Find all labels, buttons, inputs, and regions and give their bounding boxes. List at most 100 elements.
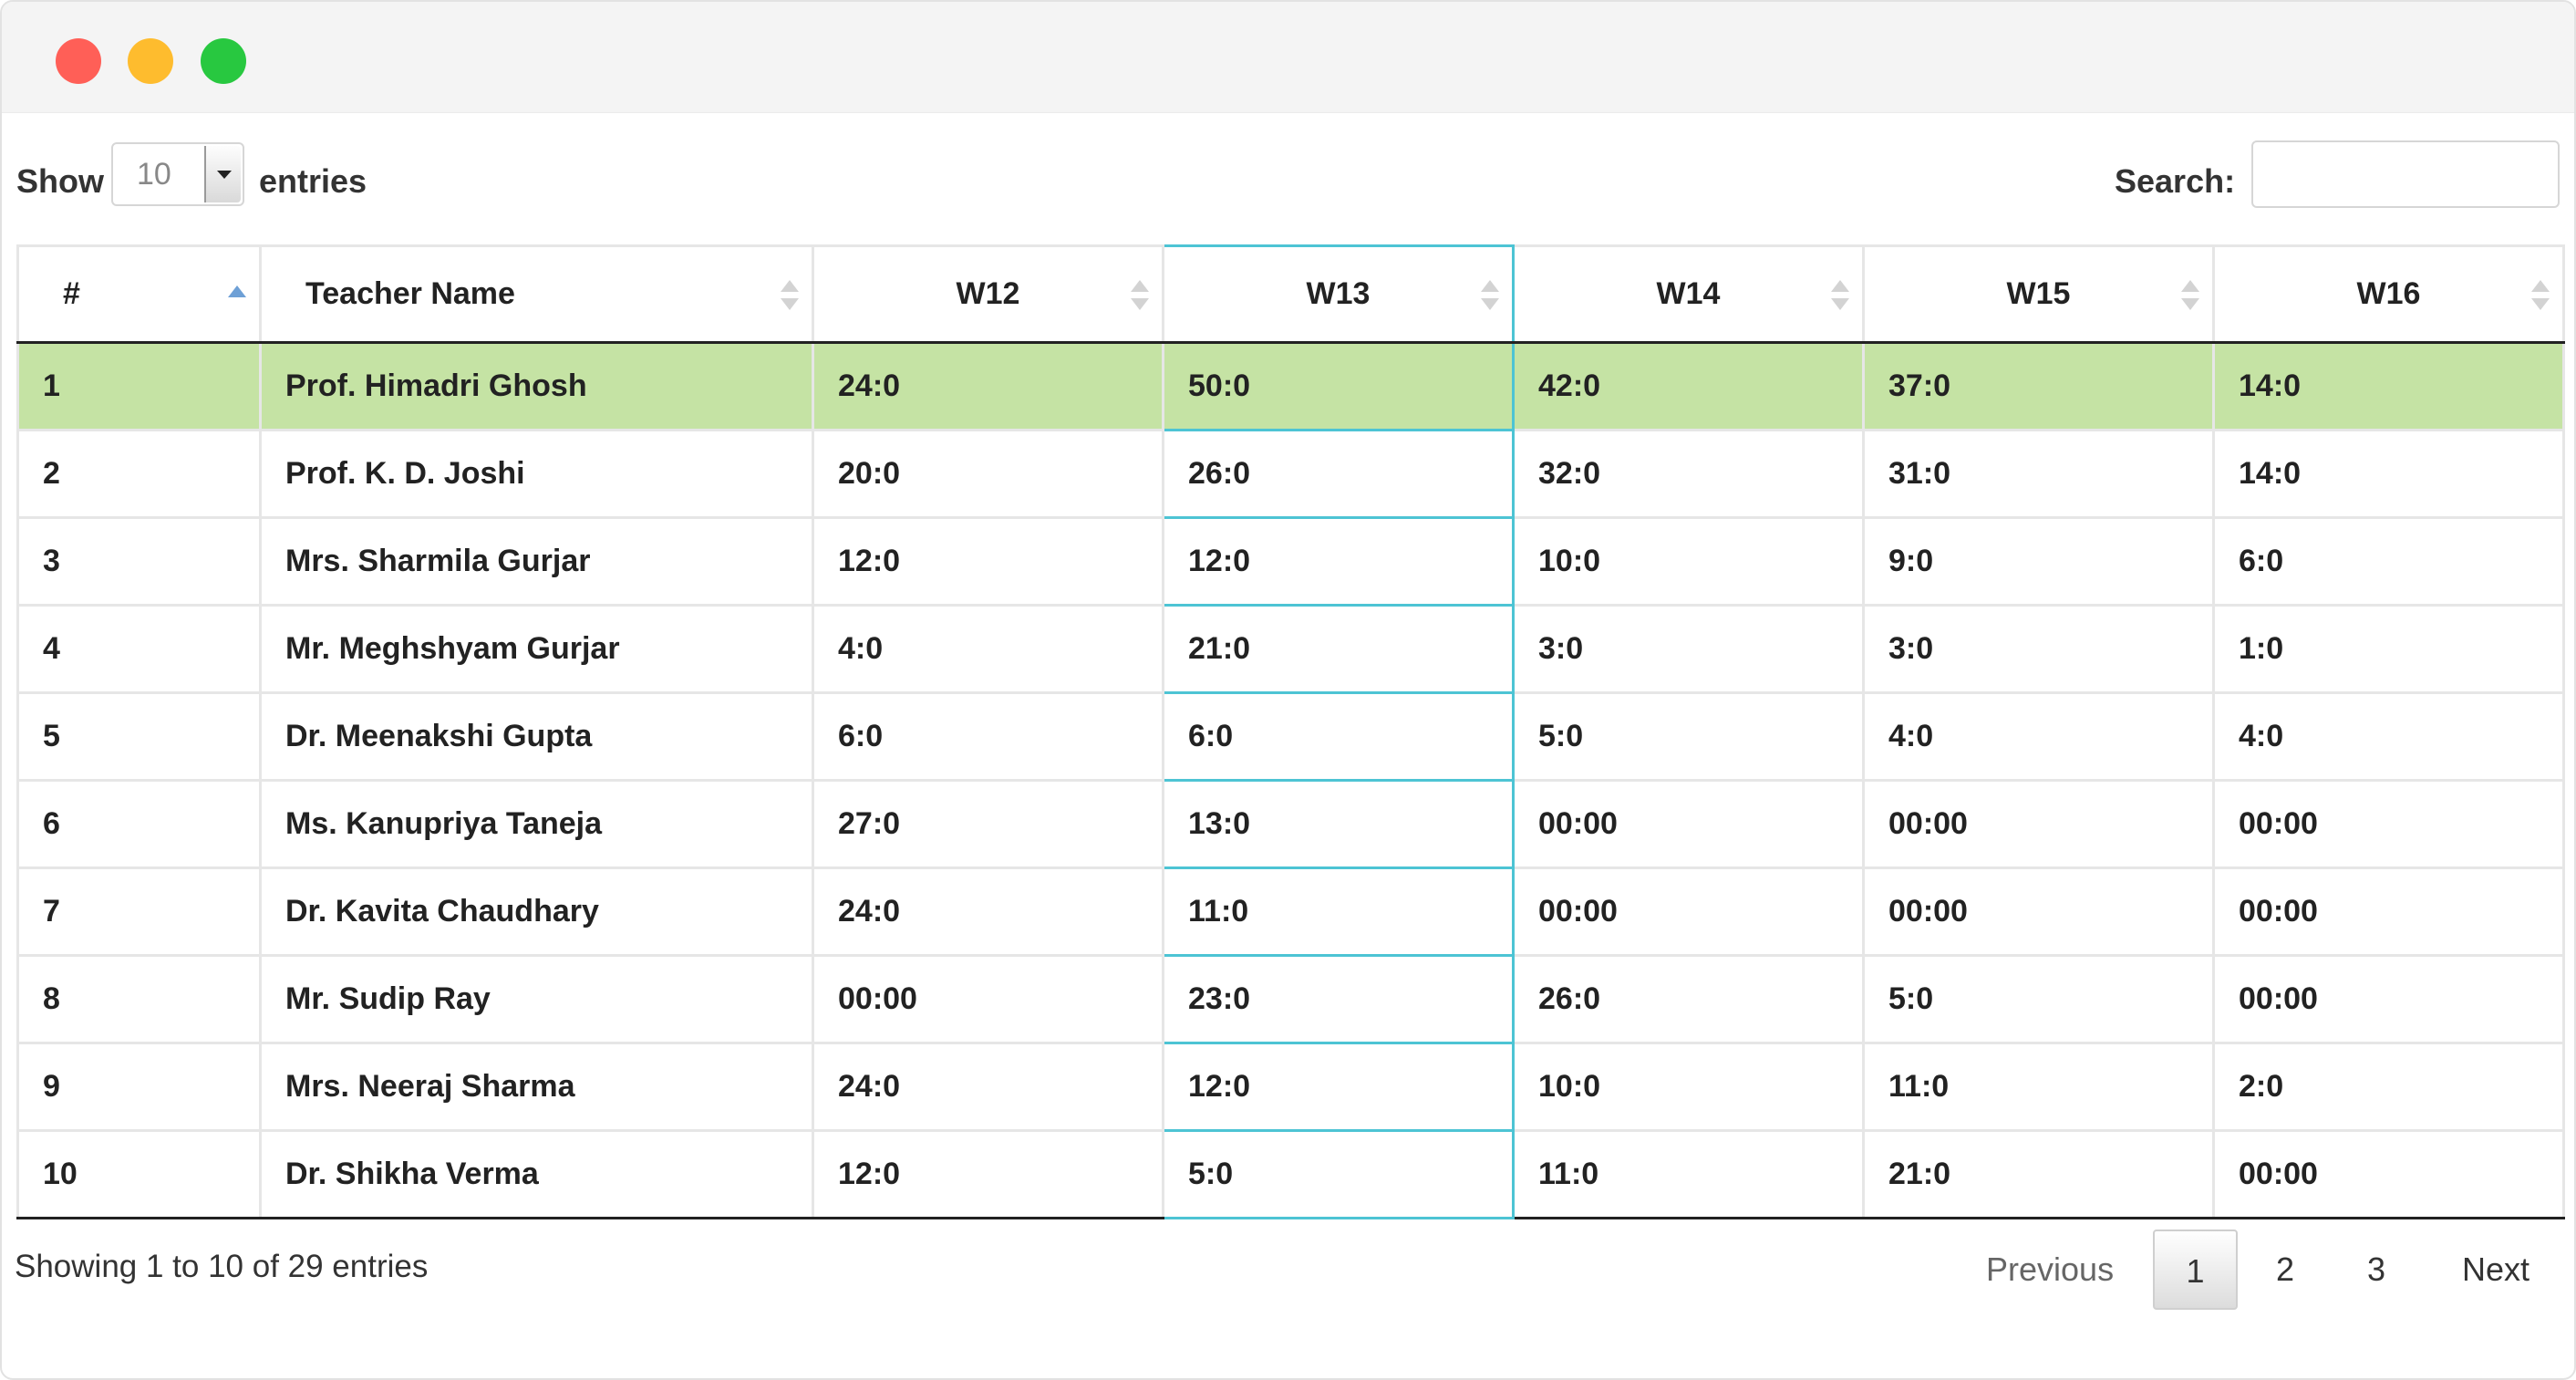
search-input[interactable] [2251,140,2560,208]
table-cell: Mrs. Sharmila Gurjar [259,516,814,607]
table-row[interactable]: 8 Mr. Sudip Ray 00:00 23:0 26:0 5:0 00:00 [16,954,2565,1044]
app-window: Show 10 entries Search: # Teacher Name W… [0,0,2576,1380]
table-cell: 00:00 [1512,866,1865,957]
table-cell: 4:0 [812,604,1164,694]
table-cell: 2 [16,429,262,519]
table-cell: 12:0 [1162,516,1515,607]
column-header-teacher-name[interactable]: Teacher Name [259,244,814,344]
table-row[interactable]: 6 Ms. Kanupriya Taneja 27:0 13:0 00:00 00:00 0… [16,779,2565,869]
table-cell: 6 [16,779,262,869]
sort-both-icon [1131,278,1149,315]
table-row[interactable]: 5 Dr. Meenakshi Gupta 6:0 6:0 5:0 4:0 4:0 [16,691,2565,782]
table-cell: 3 [16,516,262,607]
table-cell: 00:00 [2212,1129,2565,1219]
title-bar [2,2,2574,113]
table-cell: 00:00 [1512,779,1865,869]
column-header-label: W16 [2356,276,2421,311]
table-cell: 42:0 [1512,341,1865,431]
table-cell: 00:00 [2212,954,2565,1044]
table-cell: 21:0 [1862,1129,2215,1219]
table-cell: 31:0 [1862,429,2215,519]
table-cell: 2:0 [2212,1042,2565,1132]
entries-label: entries [259,162,367,200]
column-header-w16[interactable]: W16 [2212,244,2565,344]
table-cell: Prof. Himadri Ghosh [259,341,814,431]
table-cell: 13:0 [1162,779,1515,869]
table-cell: Mrs. Neeraj Sharma [259,1042,814,1132]
table-cell: Prof. K. D. Joshi [259,429,814,519]
table-row[interactable]: 10 Dr. Shikha Verma 12:0 5:0 11:0 21:0 00:00 [16,1129,2565,1219]
table-cell: 6:0 [2212,516,2565,607]
table-cell: Dr. Meenakshi Gupta [259,691,814,782]
table-row[interactable]: 4 Mr. Meghshyam Gurjar 4:0 21:0 3:0 3:0 1:0 [16,604,2565,694]
table-cell: 00:00 [2212,779,2565,869]
table-cell: Ms. Kanupriya Taneja [259,779,814,869]
table-cell: 1:0 [2212,604,2565,694]
table-cell: 23:0 [1162,954,1515,1044]
sort-both-icon [1481,278,1499,315]
search-label: Search: [2115,162,2236,200]
table-cell: 37:0 [1862,341,2215,431]
table-cell: 11:0 [1862,1042,2215,1132]
table-cell: 5:0 [1862,954,2215,1044]
table-cell: 20:0 [812,429,1164,519]
table-cell: 9:0 [1862,516,2215,607]
table-cell: 7 [16,866,262,957]
table-cell: 12:0 [812,516,1164,607]
column-header-w12[interactable]: W12 [812,244,1164,344]
table-cell: Dr. Shikha Verma [259,1129,814,1219]
table-cell: 27:0 [812,779,1164,869]
table-row[interactable]: 2 Prof. K. D. Joshi 20:0 26:0 32:0 31:0 14:0 [16,429,2565,519]
table-cell: 8 [16,954,262,1044]
table-cell: 10:0 [1512,516,1865,607]
table-cell: 24:0 [812,341,1164,431]
table-cell: 00:00 [1862,779,2215,869]
show-label: Show [16,162,104,200]
column-header-number[interactable]: # [16,244,262,344]
table-cell: 10 [16,1129,262,1219]
table-row[interactable]: 3 Mrs. Sharmila Gurjar 12:0 12:0 10:0 9:0 6:0 [16,516,2565,607]
table-cell: 14:0 [2212,429,2565,519]
maximize-window-button[interactable] [201,38,246,84]
previous-page-button[interactable]: Previous [1986,1229,2114,1311]
entries-per-page-select[interactable]: 10 [111,142,244,206]
table-cell: 12:0 [812,1129,1164,1219]
next-page-button[interactable]: Next [2462,1229,2529,1311]
column-header-w14[interactable]: W14 [1512,244,1865,344]
table-cell: 14:0 [2212,341,2565,431]
table-cell: 3:0 [1512,604,1865,694]
page-button-1[interactable]: 1 [2153,1230,2238,1310]
table-cell: 9 [16,1042,262,1132]
page-button-2[interactable]: 2 [2276,1229,2294,1311]
table-cell: 00:00 [1862,866,2215,957]
sort-both-icon [2181,278,2199,315]
column-header-label: W12 [956,276,1020,311]
teacher-hours-table: # Teacher Name W12 W13 W14 W15 W16 1 Pro… [16,244,2565,1219]
table-row[interactable]: 7 Dr. Kavita Chaudhary 24:0 11:0 00:00 00:00 0… [16,866,2565,957]
table-body: 1 Prof. Himadri Ghosh 24:0 50:0 42:0 37:0 14:0… [16,341,2565,1219]
table-row[interactable]: 1 Prof. Himadri Ghosh 24:0 50:0 42:0 37:0 14:0 [16,341,2565,431]
table-cell: Mr. Sudip Ray [259,954,814,1044]
column-header-label: # [63,276,80,311]
chevron-down-icon[interactable] [204,146,241,202]
table-cell: 00:00 [812,954,1164,1044]
close-window-button[interactable] [56,38,101,84]
column-header-w13[interactable]: W13 [1162,244,1515,344]
table-row[interactable]: 9 Mrs. Neeraj Sharma 24:0 12:0 10:0 11:0 2:0 [16,1042,2565,1132]
table-cell: 26:0 [1512,954,1865,1044]
entries-per-page-value: 10 [137,157,171,192]
sort-both-icon [1831,278,1849,315]
table-cell: 24:0 [812,1042,1164,1132]
column-header-label: W14 [1656,276,1721,311]
table-cell: 6:0 [812,691,1164,782]
table-cell: 12:0 [1162,1042,1515,1132]
table-cell: 21:0 [1162,604,1515,694]
sort-ascending-icon [228,278,246,315]
table-cell: 24:0 [812,866,1164,957]
page-button-3[interactable]: 3 [2367,1229,2385,1311]
column-header-label: Teacher Name [305,276,515,311]
table-cell: 4:0 [1862,691,2215,782]
minimize-window-button[interactable] [128,38,173,84]
column-header-w15[interactable]: W15 [1862,244,2215,344]
table-cell: 5 [16,691,262,782]
